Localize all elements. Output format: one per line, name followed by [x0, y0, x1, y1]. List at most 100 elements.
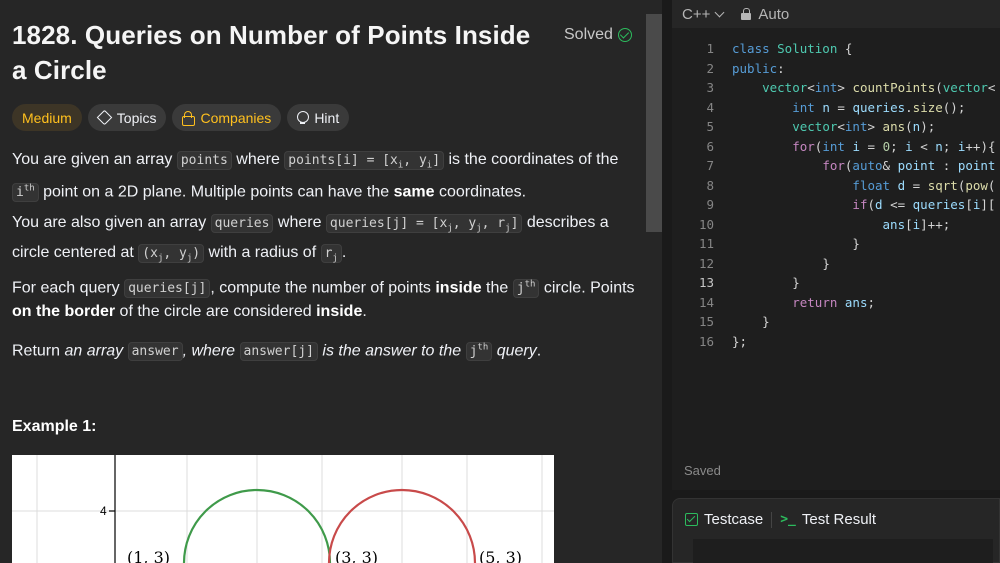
- code-line[interactable]: 5 vector<int> ans(n);: [672, 117, 1000, 137]
- code-line[interactable]: 14 return ans;: [672, 293, 1000, 313]
- panel-resize-handle[interactable]: [662, 0, 672, 563]
- code-line[interactable]: 6 for(int i = 0; i < n; i++){: [672, 137, 1000, 157]
- line-number: 8: [706, 177, 714, 193]
- line-number: 13: [698, 275, 714, 290]
- description-paragraph-3: For each query queries[j], compute the n…: [12, 279, 635, 321]
- inline-code: queries[j] = [xj, yj, rj]: [325, 214, 523, 234]
- example-plot: 4 (1, 3) (3, 3) (5, 3): [12, 455, 554, 563]
- lock-icon: [182, 111, 196, 126]
- chevron-down-icon: [714, 7, 725, 17]
- companies-button[interactable]: Companies: [172, 104, 282, 131]
- tab-testcase-label: Testcase: [704, 511, 764, 528]
- point-label-1: (1, 3): [127, 548, 170, 563]
- code-line[interactable]: 12 }: [672, 254, 1000, 274]
- code-text: for(auto& point : point: [822, 158, 996, 173]
- inline-code: queries[j]: [124, 279, 211, 299]
- line-number: 1: [706, 41, 714, 56]
- line-number: 9: [706, 197, 714, 212]
- line-number: 3: [706, 80, 714, 95]
- line-number: 6: [706, 138, 714, 154]
- language-select[interactable]: C++: [682, 5, 725, 23]
- point-label-2: (3, 3): [335, 548, 378, 563]
- check-circle-icon: [617, 28, 632, 42]
- code-text: }: [852, 236, 860, 251]
- line-number: 11: [698, 236, 714, 251]
- code-line[interactable]: 3 vector<int> countPoints(vector<: [672, 78, 1000, 98]
- solved-label: Solved: [564, 26, 613, 43]
- difficulty-label: Medium: [22, 109, 72, 126]
- code-line[interactable]: 15 }: [672, 312, 1000, 332]
- scrollbar-thumb[interactable]: [646, 14, 662, 232]
- line-number: 7: [706, 158, 714, 173]
- line-number: 15: [698, 314, 714, 329]
- code-text: vector<int> countPoints(vector<: [762, 80, 996, 95]
- code-text: for(int i = 0; i < n; i++){: [792, 138, 996, 154]
- problem-title: 1828. Queries on Number of Points Inside…: [12, 20, 531, 85]
- code-text: class Solution {: [732, 41, 853, 56]
- inline-code: ith: [12, 182, 39, 202]
- editor-toolbar: C++ Auto: [672, 0, 1000, 28]
- code-line[interactable]: 2 public:: [672, 59, 1000, 79]
- checkbox-icon: [685, 513, 698, 526]
- inline-code: answer[j]: [239, 342, 318, 362]
- auto-label: Auto: [758, 5, 790, 23]
- hint-button[interactable]: Hint: [287, 104, 350, 131]
- code-line[interactable]: 8 float d = sqrt(pow(: [672, 176, 1000, 196]
- testcase-panel: Testcase >_ Test Result: [672, 498, 1000, 563]
- testcase-tabs: Testcase >_ Test Result: [685, 511, 876, 528]
- code-line[interactable]: 7 for(auto& point : point: [672, 156, 1000, 176]
- lock-icon: [741, 8, 752, 20]
- example-title: Example 1:: [12, 418, 97, 435]
- inline-code: jth: [465, 342, 493, 362]
- saved-status: Saved: [684, 463, 721, 478]
- code-line[interactable]: 13 }: [672, 273, 1000, 293]
- difficulty-badge: Medium: [12, 104, 82, 131]
- description-scrollbar[interactable]: [646, 10, 662, 563]
- code-text: };: [732, 333, 748, 349]
- code-line[interactable]: 11 }: [672, 234, 1000, 254]
- line-number: 4: [706, 99, 714, 115]
- tab-test-result[interactable]: >_ Test Result: [780, 511, 876, 528]
- language-label: C++: [682, 5, 711, 23]
- auto-mode-toggle[interactable]: Auto: [741, 6, 789, 23]
- line-number: 14: [698, 294, 714, 310]
- tag-row: Medium Topics Companies Hint: [12, 104, 350, 131]
- code-line[interactable]: 9 if(d <= queries[i][: [672, 195, 1000, 215]
- code-text: }: [822, 255, 830, 271]
- terminal-icon: >_: [780, 512, 796, 527]
- line-number: 12: [698, 255, 714, 271]
- lightbulb-icon: [297, 110, 310, 125]
- code-text: if(d <= queries[i][: [852, 197, 996, 212]
- code-text: public:: [732, 60, 785, 76]
- tab-testcase[interactable]: Testcase: [685, 511, 763, 528]
- inline-code: points: [176, 151, 232, 170]
- inline-code: answer: [127, 342, 183, 362]
- tab-test-result-label: Test Result: [801, 511, 877, 528]
- inline-code: queries: [210, 214, 274, 233]
- code-line[interactable]: 10 ans[i]++;: [672, 215, 1000, 235]
- topics-button[interactable]: Topics: [87, 104, 167, 131]
- code-editor[interactable]: 1 class Solution { 2 public: 3 vector<int> c…: [672, 39, 1000, 359]
- inline-code: rj: [320, 243, 342, 263]
- description-paragraph-2: You are also given an array queries wher…: [12, 214, 609, 264]
- line-number: 10: [698, 216, 714, 232]
- description-panel: 1828. Queries on Number of Points Inside…: [0, 0, 662, 563]
- point-label-3: (5, 3): [479, 548, 522, 563]
- code-line[interactable]: 1 class Solution {: [672, 39, 1000, 59]
- tag-icon: [98, 111, 111, 124]
- line-number: 5: [706, 119, 714, 134]
- code-line[interactable]: 4 int n = queries.size();: [672, 98, 1000, 118]
- tab-separator: [771, 511, 773, 528]
- title-row: 1828. Queries on Number of Points Inside…: [12, 18, 637, 88]
- code-text: vector<int> ans(n);: [792, 119, 936, 134]
- code-editor-panel: C++ Auto 1 class Solution { 2 public: 3 vect…: [672, 0, 1000, 490]
- companies-label: Companies: [200, 109, 272, 126]
- code-line[interactable]: 16};: [672, 332, 1000, 352]
- example-figure: 4 (1, 3) (3, 3) (5, 3): [12, 455, 554, 563]
- inline-code: jth: [512, 279, 540, 299]
- y-tick-label: 4: [100, 504, 107, 518]
- code-text: int n = queries.size();: [792, 99, 966, 115]
- topics-label: Topics: [116, 109, 157, 126]
- code-text: }: [762, 314, 770, 329]
- solved-status: Solved: [564, 26, 632, 44]
